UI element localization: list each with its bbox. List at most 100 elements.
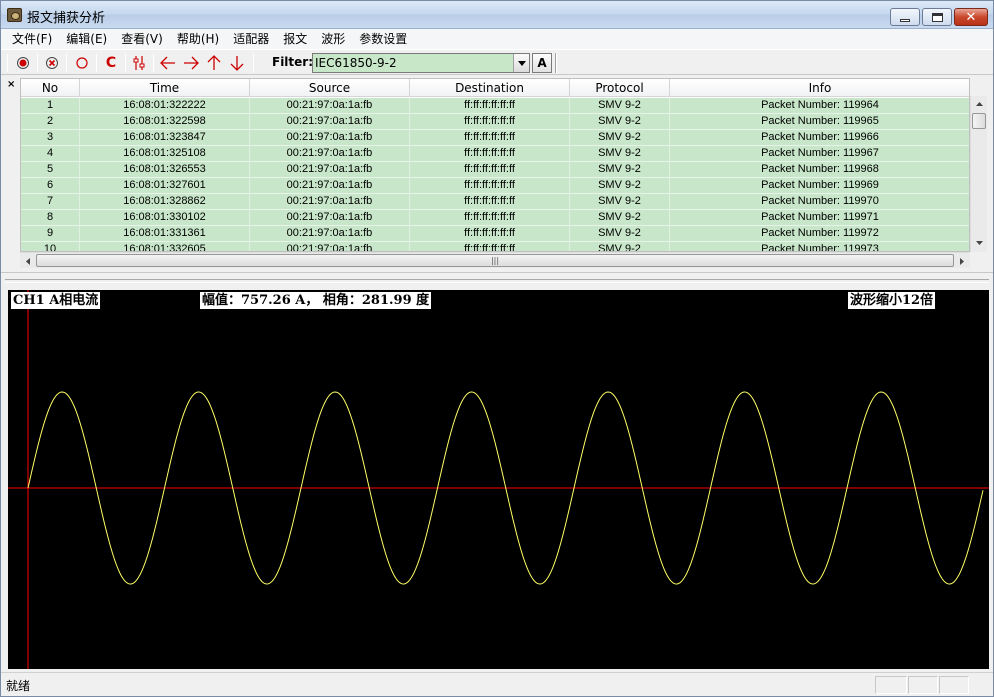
menu-file[interactable]: 文件(F) bbox=[5, 30, 59, 48]
cell-info: Packet Number: 119966 bbox=[670, 130, 969, 146]
cell-no: 2 bbox=[21, 114, 80, 130]
table-row[interactable]: 2 16:08:01:322598 00:21:97:0a:1a:fb ff:ff:f… bbox=[21, 114, 969, 130]
cell-time: 16:08:01:325108 bbox=[80, 146, 250, 162]
open-icon bbox=[76, 57, 88, 69]
title-bar[interactable]: 报文捕获分析 ✕ bbox=[1, 1, 993, 29]
toolbar-separator bbox=[555, 53, 557, 73]
cell-destination: ff:ff:ff:ff:ff:ff bbox=[410, 130, 570, 146]
settings-button[interactable] bbox=[128, 52, 150, 74]
first-button[interactable] bbox=[203, 52, 225, 74]
toolbar-separator bbox=[66, 54, 67, 72]
cell-source: 00:21:97:0a:1a:fb bbox=[250, 130, 410, 146]
scroll-left-icon bbox=[26, 257, 30, 265]
menu-waveform[interactable]: 波形 bbox=[314, 30, 352, 48]
menu-edit[interactable]: 编辑(E) bbox=[59, 30, 114, 48]
cell-protocol: SMV 9-2 bbox=[570, 194, 670, 210]
menu-settings[interactable]: 参数设置 bbox=[352, 30, 414, 48]
prev-button[interactable] bbox=[157, 52, 179, 74]
cell-source: 00:21:97:0a:1a:fb bbox=[250, 114, 410, 130]
column-protocol[interactable]: Protocol bbox=[570, 79, 670, 97]
apply-filter-button[interactable]: A bbox=[532, 53, 552, 73]
table-row[interactable]: 3 16:08:01:323847 00:21:97:0a:1a:fb ff:ff:f… bbox=[21, 130, 969, 146]
table-row[interactable]: 7 16:08:01:328862 00:21:97:0a:1a:fb ff:ff:f… bbox=[21, 194, 969, 210]
settings-icon bbox=[133, 56, 145, 70]
maximize-button[interactable] bbox=[922, 8, 952, 26]
column-time[interactable]: Time bbox=[80, 79, 250, 97]
scroll-up-button[interactable] bbox=[971, 96, 987, 112]
table-row[interactable]: 1 16:08:01:322222 00:21:97:0a:1a:fb ff:ff:f… bbox=[21, 98, 969, 114]
cell-info: Packet Number: 119970 bbox=[670, 194, 969, 210]
record-icon bbox=[17, 57, 29, 69]
waveform-plot bbox=[8, 290, 989, 669]
open-button[interactable] bbox=[71, 52, 93, 74]
last-button[interactable] bbox=[226, 52, 248, 74]
scroll-left-button[interactable] bbox=[20, 253, 36, 269]
clear-button[interactable]: C bbox=[100, 52, 122, 74]
close-pane-icon[interactable]: × bbox=[7, 79, 15, 90]
scroll-right-button[interactable] bbox=[954, 253, 970, 269]
cell-destination: ff:ff:ff:ff:ff:ff bbox=[410, 226, 570, 242]
table-body: 1 16:08:01:322222 00:21:97:0a:1a:fb ff:ff:f… bbox=[21, 98, 969, 251]
column-destination[interactable]: Destination bbox=[410, 79, 570, 97]
toolbar-separator bbox=[253, 54, 254, 72]
record-button[interactable] bbox=[12, 52, 34, 74]
table-row[interactable]: 9 16:08:01:331361 00:21:97:0a:1a:fb ff:ff:f… bbox=[21, 226, 969, 242]
cell-info: Packet Number: 119968 bbox=[670, 162, 969, 178]
cell-protocol: SMV 9-2 bbox=[570, 226, 670, 242]
cell-no: 1 bbox=[21, 98, 80, 114]
stop-button[interactable] bbox=[41, 52, 63, 74]
table-row[interactable]: 4 16:08:01:325108 00:21:97:0a:1a:fb ff:ff:f… bbox=[21, 146, 969, 162]
cell-destination: ff:ff:ff:ff:ff:ff bbox=[410, 98, 570, 114]
column-source[interactable]: Source bbox=[250, 79, 410, 97]
scroll-up-icon bbox=[975, 102, 983, 106]
amplitude-phase-label: 幅值：757.26 A， 相角：281.99 度 bbox=[200, 292, 432, 309]
close-button[interactable]: ✕ bbox=[954, 8, 988, 26]
table-row[interactable]: 5 16:08:01:326553 00:21:97:0a:1a:fb ff:ff:f… bbox=[21, 162, 969, 178]
vertical-scrollbar[interactable] bbox=[970, 96, 987, 252]
cell-source: 00:21:97:0a:1a:fb bbox=[250, 226, 410, 242]
cell-time: 16:08:01:328862 bbox=[80, 194, 250, 210]
minimize-button[interactable] bbox=[890, 8, 920, 26]
cell-time: 16:08:01:323847 bbox=[80, 130, 250, 146]
filter-input[interactable] bbox=[315, 55, 511, 71]
arrow-right-icon bbox=[184, 56, 199, 70]
table-row[interactable]: 6 16:08:01:327601 00:21:97:0a:1a:fb ff:ff:f… bbox=[21, 178, 969, 194]
horizontal-scroll-thumb[interactable]: ||| bbox=[36, 254, 954, 267]
arrow-left-icon bbox=[160, 56, 175, 70]
table-row[interactable]: 10 16:08:01:332605 00:21:97:0a:1a:fb ff:ff:… bbox=[21, 242, 969, 251]
menu-bar: 文件(F) 编辑(E) 查看(V) 帮助(H) 适配器 报文 波形 参数设置 bbox=[1, 29, 993, 49]
next-button[interactable] bbox=[180, 52, 202, 74]
channel-label: CH1 A相电流 bbox=[11, 292, 101, 309]
pane-splitter[interactable] bbox=[1, 272, 993, 286]
cell-no: 9 bbox=[21, 226, 80, 242]
status-panel bbox=[939, 676, 969, 694]
cell-info: Packet Number: 119964 bbox=[670, 98, 969, 114]
menu-view[interactable]: 查看(V) bbox=[114, 30, 170, 48]
table-row[interactable]: 8 16:08:01:330102 00:21:97:0a:1a:fb ff:ff:f… bbox=[21, 210, 969, 226]
menu-adapter[interactable]: 适配器 bbox=[226, 30, 276, 48]
cell-time: 16:08:01:327601 bbox=[80, 178, 250, 194]
scroll-down-button[interactable] bbox=[971, 235, 987, 251]
column-info[interactable]: Info bbox=[670, 79, 969, 97]
cell-destination: ff:ff:ff:ff:ff:ff bbox=[410, 114, 570, 130]
cell-protocol: SMV 9-2 bbox=[570, 146, 670, 162]
menu-help[interactable]: 帮助(H) bbox=[170, 30, 226, 48]
cell-protocol: SMV 9-2 bbox=[570, 210, 670, 226]
cell-protocol: SMV 9-2 bbox=[570, 98, 670, 114]
cell-time: 16:08:01:332605 bbox=[80, 242, 250, 251]
cell-destination: ff:ff:ff:ff:ff:ff bbox=[410, 242, 570, 251]
cell-protocol: SMV 9-2 bbox=[570, 178, 670, 194]
column-no[interactable]: No bbox=[21, 79, 80, 97]
menu-packet[interactable]: 报文 bbox=[276, 30, 314, 48]
filter-dropdown-button[interactable] bbox=[513, 54, 529, 72]
zoom-label: 波形缩小12倍 bbox=[848, 292, 936, 309]
vertical-scroll-thumb[interactable] bbox=[972, 113, 986, 129]
filter-combobox[interactable] bbox=[312, 53, 530, 73]
cell-no: 7 bbox=[21, 194, 80, 210]
horizontal-scrollbar[interactable]: ||| bbox=[20, 252, 970, 268]
status-text: 就绪 bbox=[6, 679, 31, 693]
cell-source: 00:21:97:0a:1a:fb bbox=[250, 210, 410, 226]
filter-label: Filter: bbox=[272, 55, 314, 69]
cell-time: 16:08:01:330102 bbox=[80, 210, 250, 226]
cell-info: Packet Number: 119967 bbox=[670, 146, 969, 162]
